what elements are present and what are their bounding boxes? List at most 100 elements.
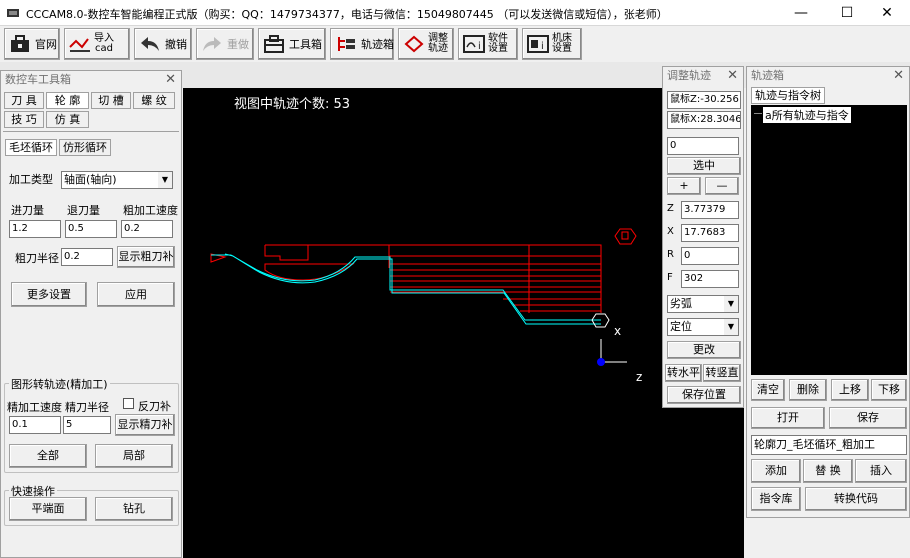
rough-radius-label: 粗刀半径	[15, 252, 59, 265]
to-vertical-button[interactable]: 转竖直	[703, 364, 741, 382]
clear-button[interactable]: 清空	[751, 379, 785, 401]
x-label: X	[667, 226, 674, 237]
delete-button[interactable]: 删除	[789, 379, 827, 401]
undo-button[interactable]: 撤销	[134, 28, 192, 60]
insert-button[interactable]: 插入	[855, 459, 907, 483]
redo-arrow-icon	[200, 33, 224, 55]
rough-radius-input[interactable]: 0.2	[61, 248, 113, 266]
add-button[interactable]: 添加	[751, 459, 801, 483]
toolbox-icon	[8, 33, 32, 55]
track-tree[interactable]: a所有轨迹与指令	[751, 105, 907, 375]
tree-root-item[interactable]: a所有轨迹与指令	[763, 107, 851, 123]
tab-track-tree[interactable]: 轨迹与指令树	[751, 87, 825, 104]
reverse-comp-label: 反刀补	[138, 400, 171, 413]
trackbox-button[interactable]: 轨迹箱	[330, 28, 394, 60]
mouse-z-readout: 鼠标Z:-30.256	[667, 91, 741, 109]
f-value-input[interactable]: 302	[681, 270, 739, 288]
import-cad-button[interactable]: 导入 cad	[64, 28, 130, 60]
tab-tool[interactable]: 刀 具	[4, 92, 44, 109]
track-tree-icon	[334, 33, 358, 55]
move-up-button[interactable]: 上移	[831, 379, 869, 401]
retract-label: 退刀量	[67, 204, 100, 217]
show-rough-comp-button[interactable]: 显示粗刀补	[117, 246, 175, 268]
mouse-x-readout: 鼠标X:28.3046	[667, 111, 741, 129]
drawing-viewport[interactable]: 视图中轨迹个数: 53 x z	[183, 88, 744, 558]
select-button[interactable]: 选中	[667, 157, 741, 175]
subtab-blank-cycle[interactable]: 毛坯循环	[5, 139, 57, 156]
close-window-button[interactable]: ✕	[864, 0, 910, 26]
replace-button[interactable]: 替 换	[803, 459, 853, 483]
tree-line	[754, 113, 762, 114]
arc-type-select[interactable]: 劣弧 ▼	[667, 295, 739, 313]
software-settings-button[interactable]: i 软件 设置	[458, 28, 518, 60]
drill-button[interactable]: 钻孔	[95, 497, 173, 521]
z-axis-label: z	[636, 370, 643, 384]
machining-type-select[interactable]: 轴面(轴向) ▼	[61, 171, 173, 189]
close-icon[interactable]: ✕	[165, 71, 176, 89]
chevron-down-icon: ▼	[158, 172, 172, 188]
subtab-profile-cycle[interactable]: 仿形循环	[59, 139, 111, 156]
website-button[interactable]: 官网	[4, 28, 60, 60]
show-finish-comp-button[interactable]: 显示精刀补	[115, 414, 175, 436]
move-down-button[interactable]: 下移	[871, 379, 907, 401]
change-button[interactable]: 更改	[667, 341, 741, 359]
position-select[interactable]: 定位 ▼	[667, 318, 739, 336]
chevron-down-icon: ▼	[724, 296, 738, 312]
tab-tips[interactable]: 技 巧	[4, 111, 44, 128]
title-bar: CCCAM8.0-数控车智能编程正式版（购买：QQ：1479734377，电话与…	[0, 0, 910, 26]
command-library-button[interactable]: 指令库	[751, 487, 801, 511]
retract-input[interactable]: 0.5	[65, 220, 117, 238]
minus-button[interactable]: —	[705, 177, 739, 195]
rough-speed-label: 粗加工速度	[123, 204, 178, 217]
undo-arrow-icon	[138, 33, 162, 55]
x-value-input[interactable]: 17.7683	[681, 224, 739, 242]
to-horizontal-button[interactable]: 转水平	[665, 364, 702, 382]
minimize-button[interactable]: —	[778, 0, 824, 26]
toolbox-panel-title: 数控车工具箱 ✕	[5, 71, 176, 89]
finish-radius-label: 精刀半径	[65, 401, 109, 414]
more-settings-button[interactable]: 更多设置	[11, 282, 87, 307]
machine-settings-button[interactable]: i 机床 设置	[522, 28, 582, 60]
app-icon	[7, 9, 19, 17]
reverse-comp-checkbox[interactable]	[123, 398, 134, 409]
adjust-panel-title: 调整轨迹 ✕	[667, 67, 738, 85]
command-input[interactable]: 轮廓刀_毛坯循环_粗加工	[751, 435, 907, 455]
tab-groove[interactable]: 切 槽	[91, 92, 131, 109]
close-icon[interactable]: ✕	[893, 67, 904, 85]
track-index-input[interactable]: 0	[667, 137, 739, 155]
z-value-input[interactable]: 3.77379	[681, 201, 739, 219]
machining-type-label: 加工类型	[9, 173, 53, 186]
adjust-track-button[interactable]: 调整 轨迹	[398, 28, 454, 60]
save-position-button[interactable]: 保存位置	[667, 386, 741, 404]
settings-screen-icon: i	[462, 33, 486, 55]
partial-button[interactable]: 局部	[95, 444, 173, 468]
r-label: R	[667, 249, 674, 260]
tab-contour[interactable]: 轮 廓	[46, 92, 89, 109]
diamond-icon	[402, 33, 426, 55]
finish-speed-input[interactable]: 0.1	[9, 416, 61, 434]
save-button[interactable]: 保存	[829, 407, 907, 429]
face-button[interactable]: 平端面	[9, 497, 87, 521]
rough-speed-input[interactable]: 0.2	[121, 220, 173, 238]
x-axis-label: x	[614, 324, 622, 338]
r-value-input[interactable]: 0	[681, 247, 739, 265]
feed-input[interactable]: 1.2	[9, 220, 61, 238]
toolbox-button[interactable]: 工具箱	[258, 28, 326, 60]
close-icon[interactable]: ✕	[727, 67, 738, 85]
plus-button[interactable]: +	[667, 177, 701, 195]
chevron-down-icon: ▼	[724, 319, 738, 335]
window-title: CCCAM8.0-数控车智能编程正式版（购买：QQ：1479734377，电话与…	[26, 8, 668, 21]
convert-code-button[interactable]: 转换代码	[805, 487, 907, 511]
open-button[interactable]: 打开	[751, 407, 825, 429]
toolpath-drawing	[210, 228, 637, 366]
finish-radius-input[interactable]: 5	[63, 416, 111, 434]
briefcase-icon	[262, 33, 286, 55]
finish-speed-label: 精加工速度	[7, 401, 62, 414]
all-button[interactable]: 全部	[9, 444, 87, 468]
apply-button[interactable]: 应用	[97, 282, 175, 307]
tab-thread[interactable]: 螺 纹	[133, 92, 175, 109]
rough-path	[210, 228, 637, 313]
track-panel-title: 轨迹箱 ✕	[751, 67, 904, 85]
tab-simulation[interactable]: 仿 真	[46, 111, 89, 128]
redo-button[interactable]: 重做	[196, 28, 254, 60]
